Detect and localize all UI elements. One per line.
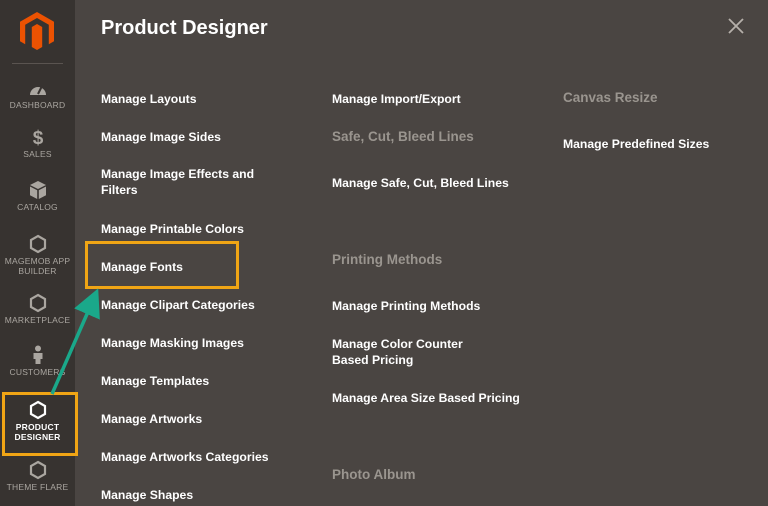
sidebar-item-theme-flare[interactable]: THEME FLARE <box>0 460 75 492</box>
section-heading-photo-album: Photo Album <box>332 467 416 482</box>
svg-text:$: $ <box>32 128 43 147</box>
close-icon[interactable] <box>724 14 748 38</box>
dashboard-icon <box>29 85 46 95</box>
menu-link-manage-artworks[interactable]: Manage Artworks <box>101 411 202 427</box>
menu-link-manage-image-effects[interactable]: Manage Image Effects and Filters <box>101 166 261 198</box>
menu-link-manage-safe-cut-bleed[interactable]: Manage Safe, Cut, Bleed Lines <box>332 175 509 191</box>
section-heading-canvas-resize: Canvas Resize <box>563 90 658 105</box>
sidebar-label-sales: SALES <box>23 149 52 159</box>
magento-logo[interactable] <box>20 12 54 50</box>
sidebar-item-catalog[interactable]: CATALOG <box>0 180 75 212</box>
hexagon-icon <box>29 460 46 480</box>
sidebar-item-customers[interactable]: CUSTOMERS <box>0 345 75 377</box>
manage-fonts-highlight-box <box>85 241 239 289</box>
box-icon <box>29 181 46 199</box>
menu-link-manage-artworks-categories[interactable]: Manage Artworks Categories <box>101 449 269 465</box>
menu-link-manage-masking-images[interactable]: Manage Masking Images <box>101 335 244 351</box>
person-icon <box>33 345 42 364</box>
menu-link-manage-clipart-categories[interactable]: Manage Clipart Categories <box>101 297 255 313</box>
menu-link-manage-image-sides[interactable]: Manage Image Sides <box>101 129 221 145</box>
sidebar-item-dashboard[interactable]: DASHBOARD <box>0 78 75 110</box>
section-heading-safe-cut-bleed: Safe, Cut, Bleed Lines <box>332 129 474 144</box>
sidebar-item-sales[interactable]: $ SALES <box>0 127 75 159</box>
menu-link-manage-printing-methods[interactable]: Manage Printing Methods <box>332 298 480 314</box>
menu-link-manage-shapes[interactable]: Manage Shapes <box>101 487 193 503</box>
panel-title: Product Designer <box>101 17 268 39</box>
menu-link-manage-predefined-sizes[interactable]: Manage Predefined Sizes <box>563 136 709 152</box>
menu-link-manage-color-counter-pricing[interactable]: Manage Color Counter Based Pricing <box>332 336 492 368</box>
sidebar-label-theme-flare: THEME FLARE <box>6 482 69 492</box>
menu-link-manage-area-size-pricing[interactable]: Manage Area Size Based Pricing <box>332 390 520 406</box>
menu-link-manage-layouts[interactable]: Manage Layouts <box>101 91 197 107</box>
logo-divider <box>12 63 63 64</box>
dollar-icon: $ <box>32 128 43 147</box>
sidebar-label-catalog: CATALOG <box>17 202 58 212</box>
sidebar-item-magemob-app-builder[interactable]: MAGEMOB APP BUILDER <box>0 234 75 276</box>
sidebar-label-marketplace: MARKETPLACE <box>4 315 71 325</box>
sidebar-label-customers: CUSTOMERS <box>9 367 66 377</box>
section-heading-printing-methods: Printing Methods <box>332 252 443 267</box>
hexagon-icon <box>29 234 46 254</box>
menu-link-manage-import-export[interactable]: Manage Import/Export <box>332 91 461 107</box>
menu-link-manage-templates[interactable]: Manage Templates <box>101 373 209 389</box>
sidebar-item-marketplace[interactable]: MARKETPLACE <box>0 293 75 325</box>
hexagon-icon <box>29 293 46 313</box>
sidebar-label-magemob-app-builder: MAGEMOB APP BUILDER <box>4 256 71 276</box>
menu-link-manage-printable-colors[interactable]: Manage Printable Colors <box>101 221 244 237</box>
sidebar-label-dashboard: DASHBOARD <box>9 100 66 110</box>
active-item-highlight-box <box>2 392 78 456</box>
